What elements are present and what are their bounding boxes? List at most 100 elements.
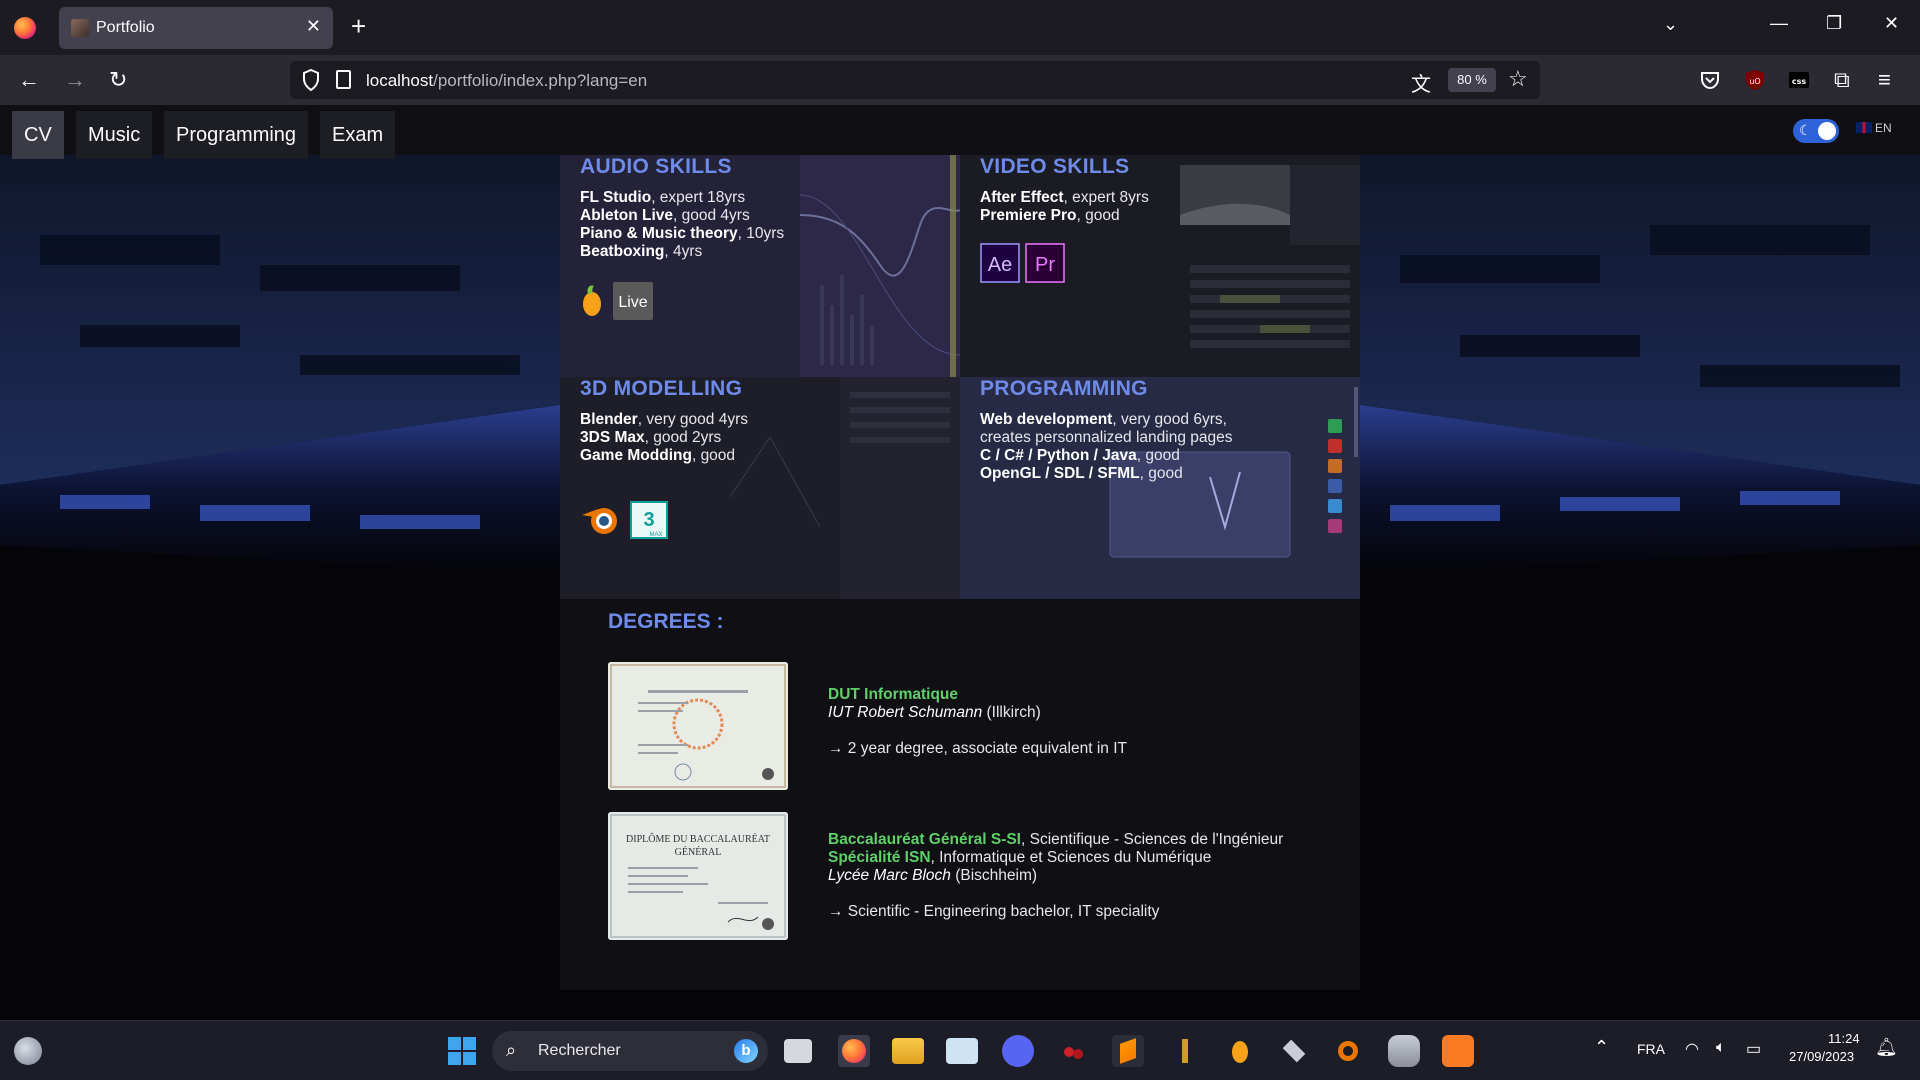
programming-card: PROGRAMMING Web development, very good 6… — [960, 377, 1360, 599]
firefox-icon[interactable] — [14, 17, 36, 39]
zoom-badge[interactable]: 80 % — [1448, 68, 1496, 92]
minimize-icon[interactable]: — — [1770, 13, 1788, 34]
skill-line: Web development, very good 6yrs, — [980, 411, 1227, 428]
browser-navbar: ← → ↻ localhost/portfolio/index.php?lang… — [0, 55, 1920, 105]
skill-line: C / C# / Python / Java, good — [980, 447, 1180, 464]
degree-school: IUT Robert Schumann (Illkirch) — [828, 704, 1041, 721]
svg-text:MAX: MAX — [649, 532, 662, 538]
audio-skills-card: AUDIO SKILLS FL Studio, expert 18yrs Abl… — [560, 155, 960, 377]
search-placeholder: Rechercher — [538, 1042, 621, 1059]
3d-app-icon[interactable] — [1278, 1035, 1310, 1067]
skill-line: Premiere Pro, good — [980, 207, 1120, 224]
skill-line: Game Modding, good — [580, 447, 736, 464]
skill-line: 3DS Max, good 2yrs — [580, 429, 722, 446]
degree-name: Baccalauréat Général S-SI, Scientifique … — [828, 831, 1284, 848]
clock-time[interactable]: 11:24 — [1828, 1031, 1860, 1046]
battery-icon[interactable]: ▭ — [1746, 1039, 1761, 1059]
css-extension-icon[interactable]: css — [1788, 69, 1810, 91]
audio-software-icons: Live — [583, 282, 653, 320]
trophy-app-icon[interactable] — [1170, 1035, 1202, 1067]
degree-school: Lycée Marc Bloch (Bischheim) — [828, 867, 1038, 884]
svg-text:Live: Live — [618, 294, 647, 311]
bing-icon[interactable]: b — [734, 1039, 758, 1063]
degree-name: DUT Informatique — [828, 686, 959, 703]
skill-line: creates personnalized landing pages — [980, 429, 1233, 446]
svg-text:Ae: Ae — [988, 254, 1012, 276]
windows-taskbar: ⌕ Rechercher b ⌃ FRA ◠ 🔈︎ ▭ 11:24 27/09/… — [0, 1020, 1920, 1080]
dark-mode-toggle[interactable]: ☾ — [1793, 119, 1839, 143]
dut-diploma-image[interactable] — [608, 662, 788, 790]
taskbar-search[interactable]: ⌕ Rechercher b — [492, 1031, 768, 1071]
page-info-icon[interactable] — [336, 70, 351, 89]
windows-start-icon[interactable] — [446, 1035, 478, 1067]
search-icon: ⌕ — [506, 1040, 517, 1060]
pocket-icon[interactable] — [1699, 69, 1721, 91]
video-software-icons: Ae Pr — [980, 243, 1065, 283]
forward-icon[interactable]: → — [64, 67, 86, 93]
svg-text:uO: uO — [1749, 77, 1760, 86]
3d-software-icons: 3 MAX — [582, 501, 668, 539]
bookmark-star-icon[interactable]: ☆ — [1508, 66, 1528, 92]
audio-skills-title: AUDIO SKILLS — [580, 155, 732, 178]
blender-taskbar-icon[interactable] — [1332, 1035, 1364, 1067]
degrees-title: DEGREES : — [608, 610, 724, 633]
programming-skills-list: Web development, very good 6yrs, creates… — [980, 411, 1232, 483]
page-viewport: CV Music Programming Exam ☾ EN AUDIO SKI… — [0, 105, 1920, 1020]
photos-icon[interactable] — [946, 1038, 978, 1064]
new-tab-icon[interactable]: + — [351, 12, 366, 40]
skill-line: Piano & Music theory, 10yrs — [580, 225, 785, 242]
sublime-text-icon[interactable] — [1112, 1035, 1144, 1067]
back-icon[interactable]: ← — [18, 67, 40, 93]
nav-programming[interactable]: Programming — [164, 111, 309, 159]
restore-icon[interactable]: ❐ — [1826, 13, 1842, 34]
svg-text:3: 3 — [643, 509, 654, 531]
video-skills-list: After Effect, expert 8yrs Premiere Pro, … — [980, 189, 1149, 225]
svg-text:css: css — [1792, 77, 1807, 86]
blender-icon — [582, 508, 617, 534]
translate-icon[interactable]: 文 — [1411, 68, 1431, 97]
nav-exam[interactable]: Exam — [320, 111, 396, 159]
svg-text:Pr: Pr — [1035, 254, 1055, 276]
task-view-icon[interactable] — [784, 1039, 812, 1063]
close-window-icon[interactable]: ✕ — [1884, 13, 1899, 34]
3d-skills-list: Blender, very good 4yrs 3DS Max, good 2y… — [580, 411, 748, 465]
wifi-icon[interactable]: ◠ — [1685, 1039, 1699, 1059]
skill-line: OpenGL / SDL / SFML, good — [980, 465, 1183, 482]
close-tab-icon[interactable]: ✕ — [306, 16, 321, 37]
discord-icon[interactable] — [1002, 1035, 1034, 1067]
cherry-app-icon[interactable] — [1058, 1035, 1090, 1067]
keyboard-language[interactable]: FRA — [1637, 1041, 1665, 1057]
firefox-taskbar-button[interactable] — [838, 1035, 870, 1067]
fl-studio-taskbar-icon[interactable] — [1224, 1035, 1256, 1067]
skill-line: After Effect, expert 8yrs — [980, 189, 1149, 206]
nav-music[interactable]: Music — [76, 111, 153, 159]
volume-icon[interactable]: 🔈︎ — [1716, 1039, 1726, 1057]
tab-title: Portfolio — [96, 19, 155, 36]
clock-date[interactable]: 27/09/2023 — [1789, 1049, 1854, 1064]
reload-icon[interactable]: ↻ — [109, 67, 127, 93]
show-hidden-icons-chevron[interactable]: ⌃ — [1594, 1037, 1609, 1058]
audio-skills-list: FL Studio, expert 18yrs Ableton Live, go… — [580, 189, 784, 261]
ublock-icon[interactable]: uO — [1744, 69, 1766, 91]
url-text[interactable]: localhost/portfolio/index.php?lang=en — [366, 71, 647, 91]
menu-hamburger-icon[interactable]: ≡ — [1878, 67, 1891, 93]
browser-tab[interactable]: Portfolio ✕ — [59, 7, 333, 49]
3ds-max-icon: 3 MAX — [630, 501, 668, 539]
database-icon[interactable] — [1388, 1035, 1420, 1067]
bac-diploma-image[interactable]: DIPLÔME DU BACCALAURÉAT GÉNÉRAL — [608, 812, 788, 940]
after-effects-icon: Ae — [980, 243, 1020, 283]
weather-icon[interactable] — [14, 1037, 42, 1065]
nav-cv[interactable]: CV — [12, 111, 64, 159]
extensions-puzzle-icon[interactable]: ⧉ — [1834, 67, 1850, 93]
ableton-live-icon: Live — [613, 282, 653, 320]
url-bar[interactable]: localhost/portfolio/index.php?lang=en 文 … — [290, 61, 1540, 99]
xampp-icon[interactable] — [1442, 1035, 1474, 1067]
tracking-shield-icon[interactable] — [302, 69, 320, 91]
skill-line: Ableton Live, good 4yrs — [580, 207, 750, 224]
language-switch[interactable]: EN — [1856, 121, 1892, 135]
file-explorer-icon[interactable] — [892, 1038, 924, 1064]
list-tabs-chevron-icon[interactable]: ⌄ — [1663, 14, 1678, 35]
notification-bell-icon[interactable]: 🔔︎ — [1875, 1037, 1898, 1058]
programming-title: PROGRAMMING — [980, 377, 1148, 400]
moon-icon: ☾ — [1799, 122, 1812, 138]
